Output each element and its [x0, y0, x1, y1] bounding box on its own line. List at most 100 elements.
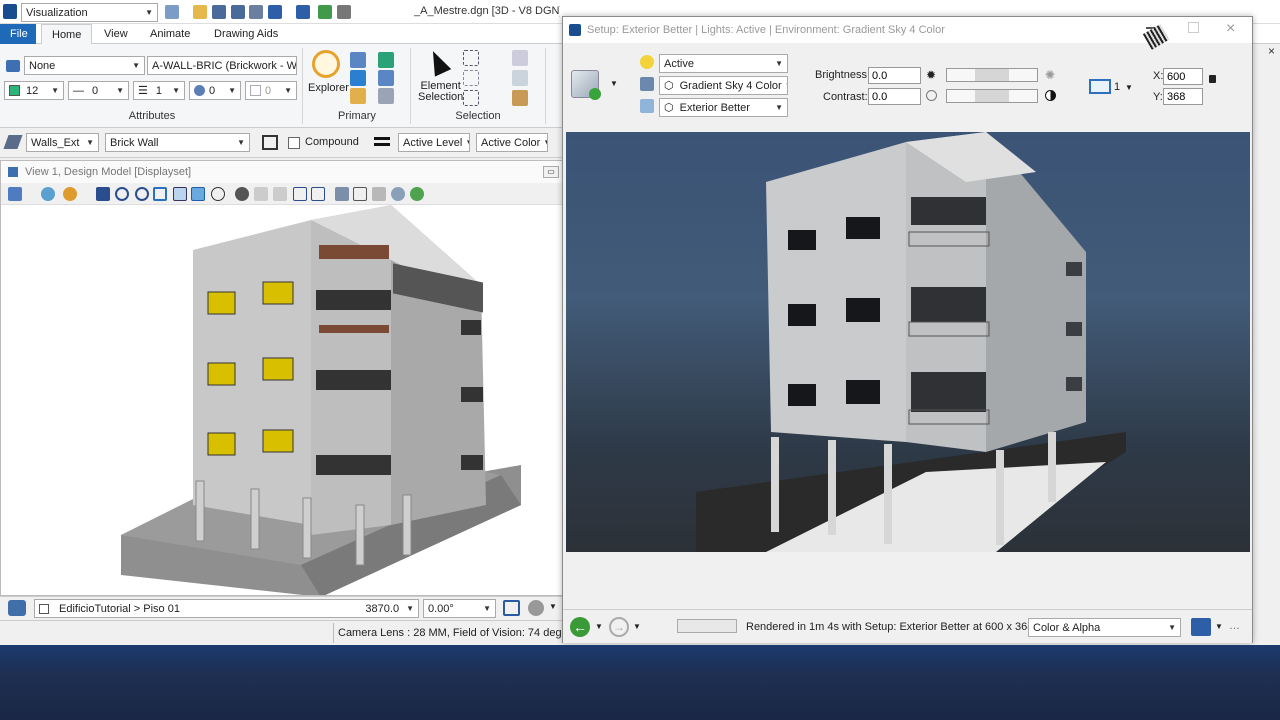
building-model-viewport[interactable]: [1, 205, 562, 595]
paste-icon[interactable]: [512, 90, 528, 106]
save-icon[interactable]: [212, 5, 226, 19]
transparency-dropdown[interactable]: 0 ▼: [189, 81, 241, 100]
x-input[interactable]: [1163, 68, 1203, 85]
level-manager-icon[interactable]: [350, 52, 366, 68]
select-box-icon[interactable]: [463, 90, 479, 106]
display-rules-icon[interactable]: [262, 135, 278, 150]
angle-field[interactable]: 0.00° ▼: [423, 599, 496, 618]
setup-dropdown[interactable]: ⬡ Exterior Better ▼: [659, 98, 788, 117]
lock-icon[interactable]: [1209, 75, 1216, 83]
view-dropdown-icon[interactable]: ▼: [1125, 83, 1133, 92]
user-icon[interactable]: [165, 5, 179, 19]
close-icon[interactable]: ×: [1226, 20, 1235, 38]
panel-close-icon[interactable]: ×: [1268, 44, 1275, 58]
contrast-increase-icon[interactable]: [1045, 90, 1056, 101]
y-input[interactable]: [1163, 88, 1203, 105]
display-style-icon[interactable]: [378, 88, 394, 104]
brightness-decrease-icon[interactable]: ✹: [926, 69, 938, 81]
print-icon[interactable]: [337, 5, 351, 19]
layers-status-icon[interactable]: [8, 600, 26, 616]
active-color-dropdown[interactable]: Active Color▼: [476, 133, 548, 152]
fit-view-icon[interactable]: [173, 187, 187, 201]
brightness-input[interactable]: [868, 67, 921, 84]
render-icon[interactable]: [410, 187, 424, 201]
undo-icon[interactable]: [268, 5, 282, 19]
contrast-slider-thumb[interactable]: [975, 90, 1009, 102]
forward-icon[interactable]: →: [609, 617, 629, 637]
contrast-input[interactable]: [868, 88, 921, 105]
pan-view-icon[interactable]: [211, 187, 225, 201]
references-icon[interactable]: [378, 52, 394, 68]
forward-dropdown-icon[interactable]: ▼: [633, 622, 641, 631]
brightness-slider-thumb[interactable]: [975, 69, 1009, 81]
view-minimize-icon[interactable]: ▭: [543, 166, 559, 178]
models-icon[interactable]: [350, 70, 366, 86]
compress-icon[interactable]: [249, 5, 263, 19]
zoom-out-icon[interactable]: [135, 187, 149, 201]
workflow-dropdown[interactable]: Visualization ▼: [21, 3, 158, 22]
view-attributes-icon[interactable]: [8, 187, 22, 201]
rotate-icon[interactable]: [335, 187, 349, 201]
compound-checkbox[interactable]: [288, 137, 300, 149]
wall-style-dropdown[interactable]: A-WALL-BRIC (Brickwork - W▼: [147, 56, 297, 75]
next-view-icon[interactable]: [273, 187, 287, 201]
more-options-icon[interactable]: …: [1229, 620, 1240, 632]
snap-dropdown-icon[interactable]: ▼: [549, 602, 557, 611]
tab-file[interactable]: File: [0, 24, 36, 44]
element-selection-icon[interactable]: [424, 47, 452, 77]
previous-view-icon[interactable]: [254, 187, 268, 201]
level-dropdown[interactable]: None ▼: [24, 56, 145, 75]
view-number[interactable]: 1: [1114, 81, 1120, 93]
tab-home[interactable]: Home: [41, 24, 93, 44]
view-previous-icon[interactable]: [293, 187, 307, 201]
zoom-in-icon[interactable]: [115, 187, 129, 201]
view-select-icon[interactable]: [1089, 79, 1111, 94]
redo-icon[interactable]: [296, 5, 310, 19]
line-style-dropdown[interactable]: —0 ▼: [68, 81, 129, 100]
fence-icon[interactable]: [463, 70, 479, 86]
output-mode-dropdown[interactable]: Color & Alpha ▼: [1028, 618, 1181, 637]
contrast-decrease-icon[interactable]: [926, 90, 937, 101]
render-dropdown-icon[interactable]: ▼: [610, 79, 618, 88]
lights-dropdown[interactable]: Active ▼: [659, 54, 788, 73]
scissors-icon[interactable]: [512, 50, 528, 66]
walk-icon[interactable]: [235, 187, 249, 201]
view-next-icon[interactable]: [311, 187, 325, 201]
clip-volume-icon[interactable]: [353, 187, 367, 201]
maximize-icon[interactable]: [1188, 22, 1199, 33]
family-dropdown[interactable]: Walls_Ext ▼: [26, 133, 99, 152]
line-weight-dropdown[interactable]: ☰ 1 ▼: [133, 81, 185, 100]
open-folder-icon[interactable]: [193, 5, 207, 19]
back-dropdown-icon[interactable]: ▼: [595, 622, 603, 631]
element-selection-label[interactable]: Element Selection: [418, 81, 463, 103]
snap-icon[interactable]: [528, 600, 544, 616]
select-all-icon[interactable]: [463, 50, 479, 66]
camera-icon[interactable]: [391, 187, 405, 201]
brightness-increase-icon[interactable]: ✺: [1045, 69, 1057, 81]
line-weight-icon[interactable]: [374, 137, 390, 146]
priority-dropdown[interactable]: 0 ▼: [245, 81, 297, 100]
layers-icon[interactable]: [350, 88, 366, 104]
save-dropdown-icon[interactable]: ▼: [1215, 622, 1223, 631]
cube-icon[interactable]: [372, 187, 386, 201]
part-dropdown[interactable]: Brick Wall ▼: [105, 133, 250, 152]
model-selector[interactable]: EdificioTutorial > Piso 01 3870.0 ▼: [34, 599, 419, 618]
tab-view[interactable]: View: [94, 24, 138, 44]
explorer-icon[interactable]: [312, 50, 340, 78]
save-image-icon[interactable]: [1191, 618, 1211, 636]
environment-dropdown[interactable]: ⬡Gradient Sky 4 Color▼: [659, 76, 788, 95]
wall-tool-icon[interactable]: [3, 135, 23, 149]
window-area-icon[interactable]: [153, 187, 167, 201]
rotate-view-icon[interactable]: [191, 187, 205, 201]
display-style-icon[interactable]: [41, 187, 55, 201]
back-icon[interactable]: ←: [570, 617, 590, 637]
settings-icon[interactable]: [63, 187, 77, 201]
brush-icon[interactable]: [96, 187, 110, 201]
accudraw-icon[interactable]: [503, 600, 520, 616]
explorer-label[interactable]: Explorer: [308, 82, 349, 94]
save-settings-icon[interactable]: [231, 5, 245, 19]
tab-animate[interactable]: Animate: [140, 24, 200, 44]
pin-icon[interactable]: [318, 5, 332, 19]
copy-icon[interactable]: [512, 70, 528, 86]
raster-icon[interactable]: [378, 70, 394, 86]
